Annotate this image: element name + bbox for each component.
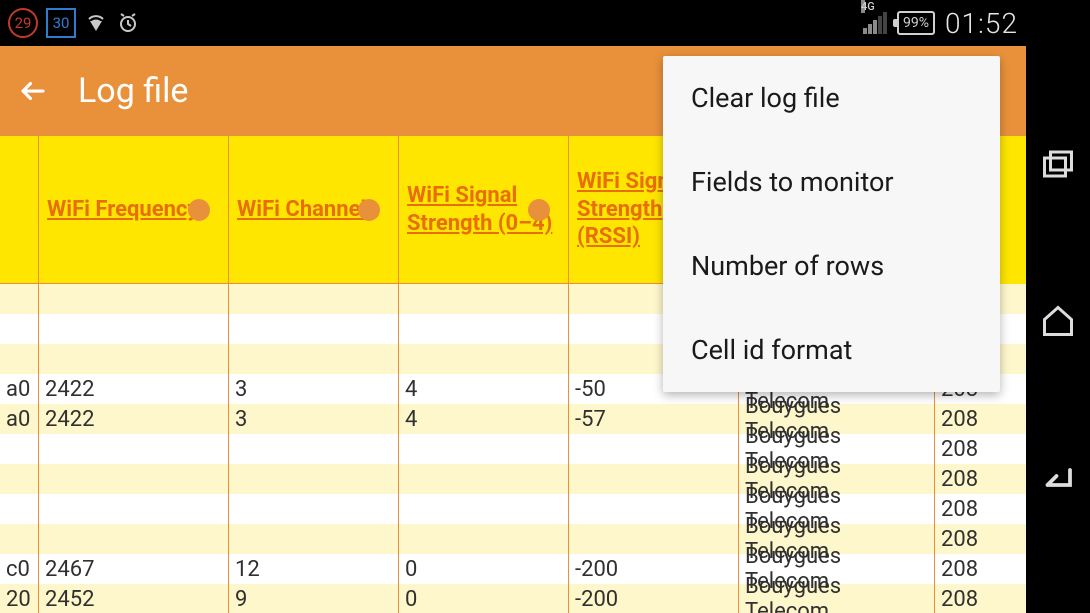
overflow-menu: Clear log file Fields to monitor Number … [663,56,1000,392]
table-row[interactable]: 20245290-200Bouygues Telecom208 [0,584,1026,613]
table-cell [398,494,568,524]
menu-item-number-of-rows[interactable]: Number of rows [663,224,1000,308]
table-cell: 2452 [38,584,228,613]
table-cell [38,284,228,314]
system-nav-bar [1026,0,1090,613]
table-cell: 4 [398,374,568,404]
sort-dot-icon [188,199,210,221]
table-cell [568,464,738,494]
table-cell [0,344,38,374]
table-cell [398,434,568,464]
table-cell [228,434,398,464]
table-cell [38,344,228,374]
column-header-wifi-frequency[interactable]: WiFi Frequency [38,136,228,284]
table-cell: 208 [934,434,996,464]
table-cell [0,464,38,494]
status-bar: 29 30 4G 99% 01:52 [0,0,1026,46]
table-cell: 3 [228,374,398,404]
notification-badge-red: 29 [8,8,38,38]
page-title: Log file [78,71,188,111]
table-cell [0,494,38,524]
recent-apps-button[interactable] [1040,149,1076,185]
table-cell: 4 [398,404,568,434]
table-cell [228,344,398,374]
table-cell: 208 [934,494,996,524]
menu-item-fields-to-monitor[interactable]: Fields to monitor [663,140,1000,224]
table-cell [568,524,738,554]
table-cell [0,284,38,314]
signal-icon: 4G [863,12,887,34]
table-cell [398,464,568,494]
battery-indicator: 99% [897,11,935,35]
table-cell [398,344,568,374]
table-cell [568,434,738,464]
table-cell [228,494,398,524]
table-cell: 0 [398,554,568,584]
table-cell [228,524,398,554]
menu-item-cell-id-format[interactable]: Cell id format [663,308,1000,392]
table-cell: -200 [568,554,738,584]
menu-item-clear-log[interactable]: Clear log file [663,56,1000,140]
table-cell: 208 [934,584,996,613]
notification-badge-blue: 30 [46,8,76,38]
table-cell: 0 [398,584,568,613]
column-header[interactable] [0,136,38,284]
table-cell [398,284,568,314]
column-header-wifi-strength-04[interactable]: WiFi Signal Strength (0–4) [398,136,568,284]
table-cell [228,284,398,314]
table-cell [38,464,228,494]
sort-dot-icon [358,199,380,221]
table-cell [38,524,228,554]
table-cell [568,494,738,524]
table-cell: Bouygues Telecom [738,584,934,613]
table-cell: 208 [934,464,996,494]
table-cell [398,524,568,554]
table-cell: 208 [934,524,996,554]
table-cell: -57 [568,404,738,434]
table-cell [398,314,568,344]
home-button[interactable] [1040,303,1076,339]
table-cell: 3 [228,404,398,434]
table-cell: a0 [0,374,38,404]
back-nav-button[interactable] [1040,458,1076,494]
status-clock: 01:52 [945,7,1018,40]
table-cell: -200 [568,584,738,613]
table-cell: c0 [0,554,38,584]
table-cell [38,314,228,344]
table-cell: 20 [0,584,38,613]
column-header-wifi-channel[interactable]: WiFi Channel [228,136,398,284]
table-cell: 9 [228,584,398,613]
table-cell: 208 [934,554,996,584]
table-cell [38,494,228,524]
table-cell [0,434,38,464]
table-cell: 2422 [38,374,228,404]
hotspot-icon [84,11,108,35]
table-cell: 2467 [38,554,228,584]
table-cell [0,524,38,554]
table-cell [228,464,398,494]
table-cell [228,314,398,344]
table-cell: 2422 [38,404,228,434]
table-cell: 208 [934,404,996,434]
table-cell: 12 [228,554,398,584]
table-cell [0,314,38,344]
sort-dot-icon [528,199,550,221]
table-cell [38,434,228,464]
table-cell: a0 [0,404,38,434]
back-button[interactable] [18,76,48,106]
alarm-icon [116,11,140,35]
